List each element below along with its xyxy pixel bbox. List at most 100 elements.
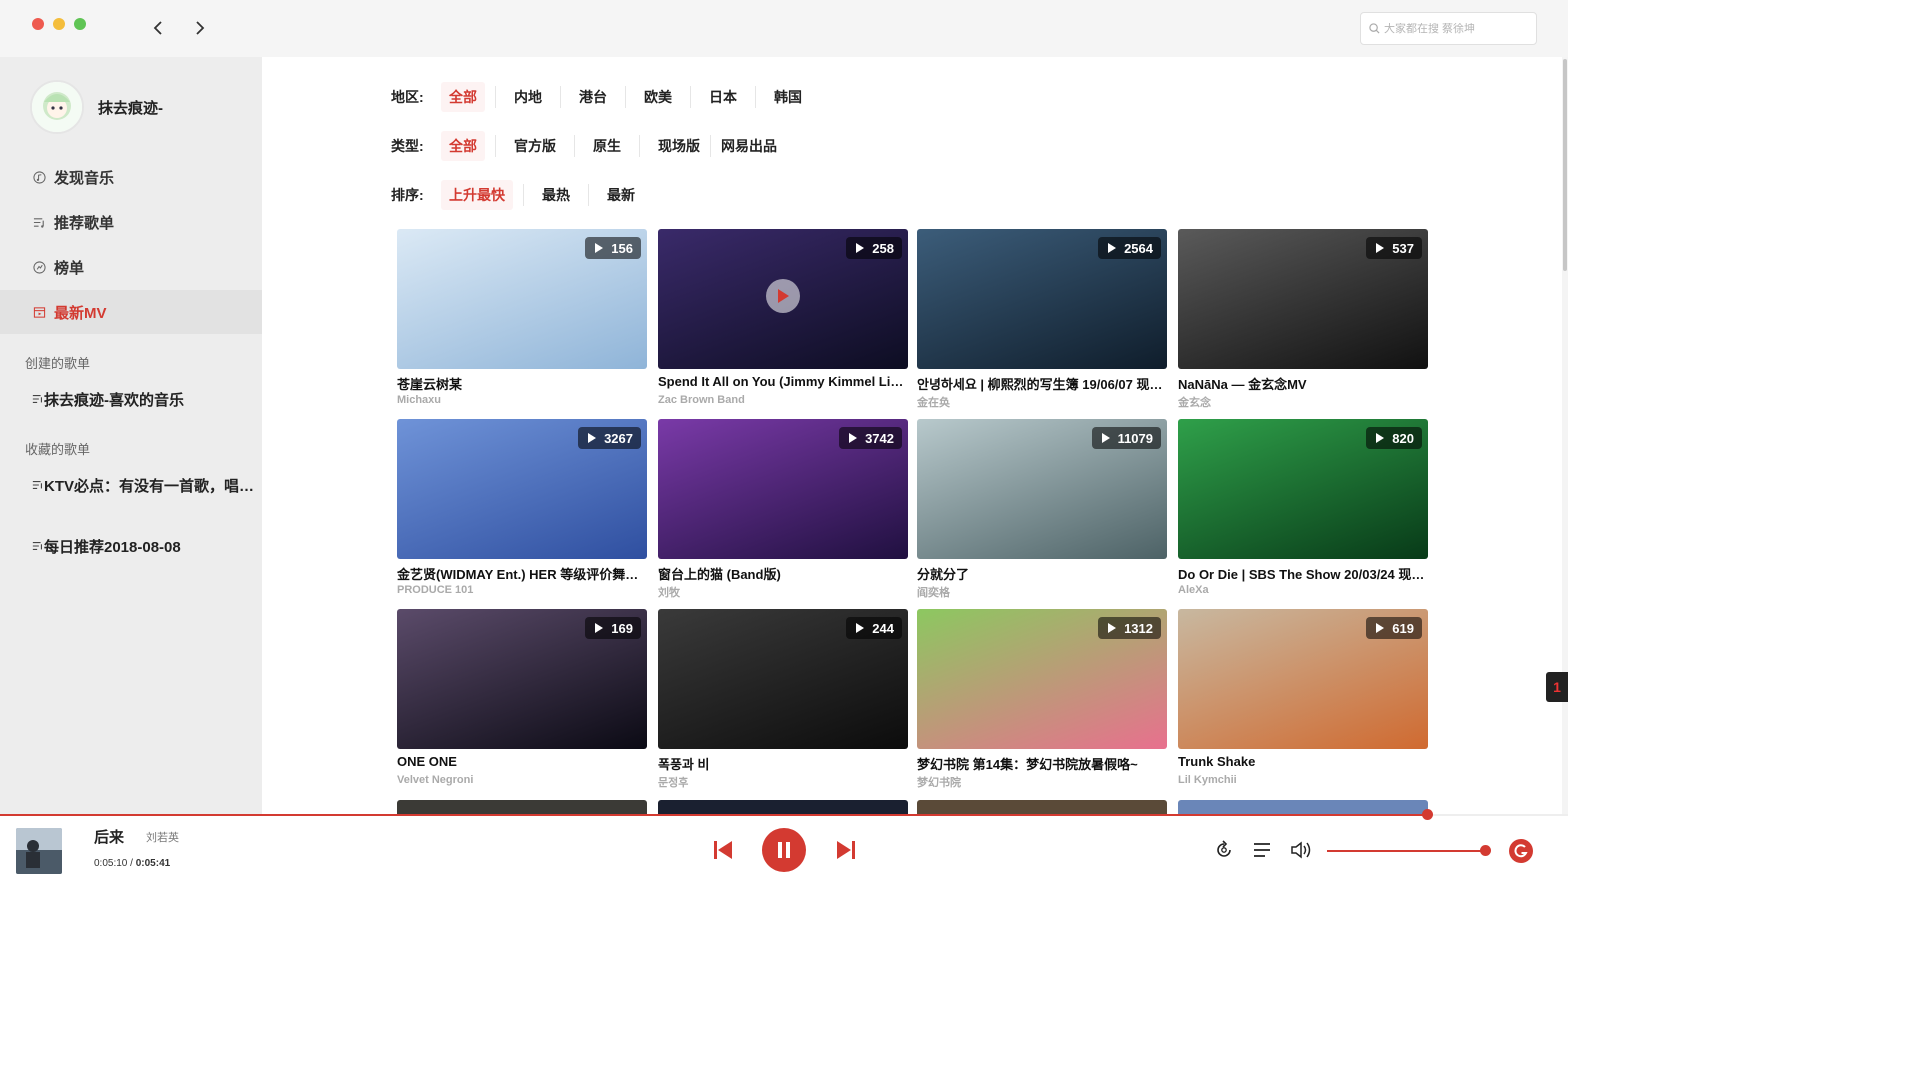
song-artist[interactable]: 刘若英 xyxy=(146,829,179,845)
mv-card[interactable]: 11079 分就分了 阎奕格 xyxy=(917,419,1167,604)
region-option-japan[interactable]: 日本 xyxy=(701,82,745,112)
mv-thumbnail-partial[interactable] xyxy=(397,800,647,815)
mv-artist[interactable]: 阎奕格 xyxy=(917,584,1167,600)
mv-thumbnail-partial[interactable] xyxy=(1178,800,1428,815)
mv-thumbnail[interactable]: 244 xyxy=(658,609,908,749)
forward-button[interactable] xyxy=(190,16,210,40)
volume-slider-handle[interactable] xyxy=(1480,845,1492,856)
mv-artist[interactable]: 문정후 xyxy=(658,774,908,790)
mv-artist[interactable]: 金在奂 xyxy=(917,394,1167,410)
mv-thumbnail[interactable]: 820 xyxy=(1178,419,1428,559)
pause-button[interactable] xyxy=(762,828,806,872)
type-option-all[interactable]: 全部 xyxy=(441,131,485,161)
playlist-item[interactable]: KTV必点：有没有一首歌，唱出了你的心声 xyxy=(32,475,257,496)
mv-card[interactable]: 3742 窗台上的猫 (Band版) 刘牧 xyxy=(658,419,908,604)
close-window-button[interactable] xyxy=(32,18,44,30)
mv-title[interactable]: 안녕하세요 | 柳熙烈的写生簿 19/06/07 现场版 xyxy=(917,374,1167,393)
mv-card[interactable]: 537 NaNāNa — 金玄念MV 金玄念 xyxy=(1178,229,1428,414)
previous-track-button[interactable] xyxy=(709,838,737,862)
mv-artist[interactable]: 刘牧 xyxy=(658,584,908,600)
mv-artist[interactable]: Michaxu xyxy=(397,394,647,406)
mv-artist[interactable]: AleXa xyxy=(1178,584,1428,596)
playlist-item[interactable]: 每日推荐2018-08-08 xyxy=(32,536,257,557)
lyrics-button[interactable] xyxy=(1509,839,1533,863)
maximize-window-button[interactable] xyxy=(74,18,86,30)
mv-artist[interactable]: Zac Brown Band xyxy=(658,394,908,406)
mv-thumbnail[interactable]: 537 xyxy=(1178,229,1428,369)
search-box[interactable] xyxy=(1360,12,1537,45)
sidebar-item-discover[interactable]: 发现音乐 xyxy=(0,155,262,199)
sidebar-item-charts[interactable]: 榜单 xyxy=(0,245,262,289)
mv-card[interactable]: 3267 金艺贤(WIDMAY Ent.) HER 等级评价舞台 FancamPR… xyxy=(397,419,647,604)
mv-artist[interactable]: Velvet Negroni xyxy=(397,774,647,786)
scroll-thumb[interactable] xyxy=(1563,59,1567,271)
mv-card[interactable]: 244 폭풍과 비 문정후 xyxy=(658,609,908,794)
play-overlay-icon[interactable] xyxy=(766,279,800,313)
mv-artist[interactable]: Lil Kymchii xyxy=(1178,774,1428,786)
mv-thumbnail[interactable]: 11079 xyxy=(917,419,1167,559)
region-option-korea[interactable]: 韩国 xyxy=(766,82,810,112)
mv-title[interactable]: 分就分了 xyxy=(917,564,1167,583)
mv-thumbnail[interactable]: 2564 xyxy=(917,229,1167,369)
mv-title[interactable]: NaNāNa — 金玄念MV xyxy=(1178,374,1428,393)
mv-title[interactable]: 폭풍과 비 xyxy=(658,754,908,773)
album-cover[interactable] xyxy=(16,828,62,874)
mv-card[interactable]: 258 Spend It All on You (Jimmy Kimmel Liv… xyxy=(658,229,908,414)
type-option-original[interactable]: 原生 xyxy=(585,131,629,161)
mv-thumbnail-partial[interactable] xyxy=(917,800,1167,815)
play-mode-button[interactable] xyxy=(1214,840,1234,860)
mv-thumbnail-partial[interactable] xyxy=(658,800,908,815)
mv-card[interactable]: 169 ONE ONE Velvet Negroni xyxy=(397,609,647,794)
username[interactable]: 抹去痕迹- xyxy=(98,97,163,118)
mv-thumbnail[interactable]: 3742 xyxy=(658,419,908,559)
mv-artist[interactable]: 梦幻书院 xyxy=(917,774,1167,790)
mv-title[interactable]: ONE ONE xyxy=(397,754,647,769)
mv-thumbnail[interactable]: 3267 xyxy=(397,419,647,559)
mv-thumbnail[interactable]: 258 xyxy=(658,229,908,369)
type-option-official[interactable]: 官方版 xyxy=(506,131,564,161)
back-button[interactable] xyxy=(148,16,168,40)
minimize-window-button[interactable] xyxy=(53,18,65,30)
playlist-queue-button[interactable] xyxy=(1252,840,1272,860)
playback-progress-handle[interactable] xyxy=(1421,809,1433,820)
sort-option-hottest[interactable]: 最热 xyxy=(534,180,578,210)
mv-thumbnail[interactable]: 156 xyxy=(397,229,647,369)
sort-option-newest[interactable]: 最新 xyxy=(599,180,643,210)
mv-artist[interactable]: PRODUCE 101 xyxy=(397,584,647,596)
volume-slider[interactable] xyxy=(1327,850,1490,852)
volume-button[interactable] xyxy=(1290,839,1314,861)
mv-title[interactable]: 金艺贤(WIDMAY Ent.) HER 等级评价舞台 Fancam xyxy=(397,564,647,583)
type-option-live[interactable]: 现场版 xyxy=(650,131,708,161)
floating-badge[interactable]: 1 xyxy=(1546,672,1568,702)
region-option-hk-tw[interactable]: 港台 xyxy=(571,82,615,112)
mv-thumbnail[interactable]: 1312 xyxy=(917,609,1167,749)
playlist-item[interactable]: 抹去痕迹-喜欢的音乐 xyxy=(32,389,257,410)
mv-title[interactable]: Spend It All on You (Jimmy Kimmel Live) xyxy=(658,374,908,389)
sidebar-item-latest-mv[interactable]: 最新MV xyxy=(0,290,262,334)
mv-thumbnail[interactable]: 169 xyxy=(397,609,647,749)
playback-progress[interactable] xyxy=(0,809,1568,820)
mv-card[interactable]: 619 Trunk Shake Lil Kymchii xyxy=(1178,609,1428,794)
mv-card[interactable]: 2564 안녕하세요 | 柳熙烈的写生簿 19/06/07 现场版 金在奂 xyxy=(917,229,1167,414)
mv-title[interactable]: Do Or Die | SBS The Show 20/03/24 现场版 xyxy=(1178,564,1428,583)
mv-card[interactable]: 820 Do Or Die | SBS The Show 20/03/24 现场版… xyxy=(1178,419,1428,604)
mv-artist[interactable]: 金玄念 xyxy=(1178,394,1428,410)
mv-title[interactable]: 梦幻书院 第14集：梦幻书院放暑假咯~ xyxy=(917,754,1167,773)
mv-title[interactable]: Trunk Shake xyxy=(1178,754,1428,769)
mv-card[interactable]: 156 苍崖云树某 Michaxu xyxy=(397,229,647,414)
music-note-icon xyxy=(32,170,46,184)
mv-card[interactable]: 1312 梦幻书院 第14集：梦幻书院放暑假咯~ 梦幻书院 xyxy=(917,609,1167,794)
mv-title[interactable]: 苍崖云树某 xyxy=(397,374,647,393)
region-option-all[interactable]: 全部 xyxy=(441,82,485,112)
region-option-western[interactable]: 欧美 xyxy=(636,82,680,112)
next-track-button[interactable] xyxy=(832,838,860,862)
search-input[interactable] xyxy=(1384,22,1534,35)
region-option-mainland[interactable]: 内地 xyxy=(506,82,550,112)
song-title[interactable]: 后来 xyxy=(94,826,124,847)
mv-title[interactable]: 窗台上的猫 (Band版) xyxy=(658,564,908,583)
type-option-netease[interactable]: 网易出品 xyxy=(713,131,785,161)
mv-thumbnail[interactable]: 619 xyxy=(1178,609,1428,749)
avatar[interactable] xyxy=(30,80,84,134)
sort-option-rising[interactable]: 上升最快 xyxy=(441,180,513,210)
sidebar-item-playlists[interactable]: 推荐歌单 xyxy=(0,200,262,244)
